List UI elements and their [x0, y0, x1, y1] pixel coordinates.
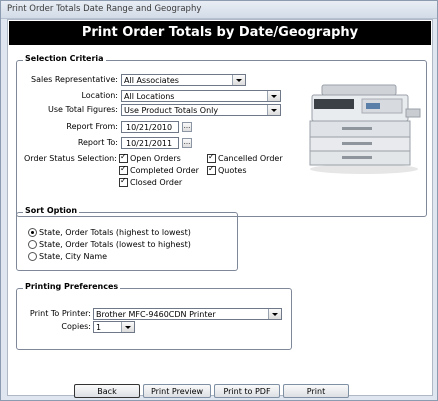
window-title: Print Order Totals Date Range and Geogra… — [7, 4, 202, 14]
closed-order-checkbox[interactable] — [119, 176, 128, 187]
cancelled-order-label: Cancelled Order — [218, 154, 283, 163]
chevron-down-icon[interactable] — [121, 322, 134, 332]
quotes-label: Quotes — [218, 166, 247, 175]
completed-order-label: Completed Order — [130, 166, 199, 175]
dialog-window: Print Order Totals Date Range and Geogra… — [0, 0, 438, 401]
chevron-down-icon[interactable] — [232, 75, 245, 85]
back-button[interactable]: Back — [74, 384, 140, 398]
sort-option-title: Sort Option — [23, 206, 80, 215]
chevron-down-icon[interactable] — [268, 309, 281, 319]
copies-select[interactable]: 1 — [93, 321, 135, 333]
report-from-label: Report From: — [66, 122, 118, 131]
sales-rep-value: All Associates — [124, 76, 179, 85]
printer-label: Print To Printer: — [29, 309, 91, 318]
report-to-label: Report To: — [77, 138, 118, 147]
printer-value: Brother MFC-9460CDN Printer — [96, 310, 216, 319]
report-from-field[interactable]: 10/21/2010 — [121, 121, 179, 133]
use-total-value: Use Product Totals Only — [124, 106, 219, 115]
sort-lowest-label: State, Order Totals (lowest to highest) — [39, 240, 191, 249]
open-orders-checkbox[interactable] — [119, 152, 128, 163]
print-button[interactable]: Print — [283, 384, 349, 398]
report-from-picker-button[interactable]: ... — [182, 122, 192, 132]
printer-select[interactable]: Brother MFC-9460CDN Printer — [93, 308, 282, 320]
chevron-down-icon[interactable] — [267, 105, 280, 115]
selection-criteria-title: Selection Criteria — [23, 54, 106, 63]
sort-city-radio[interactable] — [28, 252, 37, 261]
open-orders-label: Open Orders — [130, 154, 181, 163]
use-total-select[interactable]: Use Product Totals Only — [121, 104, 281, 116]
printing-preferences-title: Printing Preferences — [23, 282, 121, 291]
report-to-picker-button[interactable]: ... — [182, 138, 192, 148]
print-preview-button[interactable]: Print Preview — [143, 384, 211, 398]
sort-city-label: State, City Name — [39, 252, 108, 261]
sales-rep-label: Sales Representative: — [31, 75, 118, 84]
report-from-value: 10/21/2010 — [126, 123, 173, 132]
order-status-label: Order Status Selection: — [24, 154, 117, 163]
location-select[interactable]: All Locations — [121, 90, 281, 102]
page-title: Print Order Totals by Date/Geography — [81, 25, 359, 40]
header-banner: Print Order Totals by Date/Geography — [9, 21, 431, 45]
location-value: All Locations — [124, 92, 175, 101]
report-to-value: 10/21/2011 — [126, 139, 173, 148]
use-total-label: Use Total Figures: — [47, 105, 118, 114]
form-area: Print Order Totals by Date/Geography Sel… — [7, 19, 433, 398]
print-to-pdf-button[interactable]: Print to PDF — [214, 384, 280, 398]
report-to-field[interactable]: 10/21/2011 — [121, 137, 179, 149]
completed-order-checkbox[interactable] — [119, 164, 128, 175]
sales-rep-select[interactable]: All Associates — [121, 74, 246, 86]
copier-image — [309, 84, 421, 174]
chevron-down-icon[interactable] — [267, 91, 280, 101]
sort-highest-label: State, Order Totals (highest to lowest) — [39, 228, 191, 237]
copies-value: 1 — [96, 323, 102, 332]
cancelled-order-checkbox[interactable] — [207, 152, 216, 163]
closed-order-label: Closed Order — [130, 178, 183, 187]
copies-label: Copies: — [61, 322, 91, 331]
quotes-checkbox[interactable] — [207, 164, 216, 175]
location-label: Location: — [81, 91, 118, 100]
title-bar: Print Order Totals Date Range and Geogra… — [1, 1, 437, 19]
sort-highest-radio[interactable] — [28, 228, 37, 237]
sort-lowest-radio[interactable] — [28, 240, 37, 249]
